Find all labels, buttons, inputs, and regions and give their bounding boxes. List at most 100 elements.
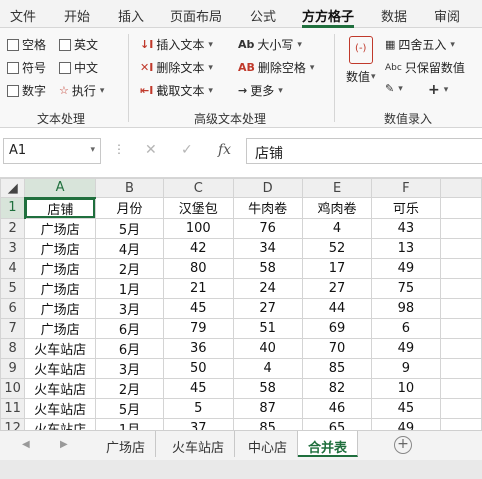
cell[interactable]: 火车站店 [24, 337, 96, 359]
cell[interactable]: 店铺 [24, 197, 96, 219]
checkbox-symbol[interactable]: 符号 [7, 59, 46, 76]
cell[interactable] [439, 257, 482, 279]
row-header[interactable]: 12 [0, 417, 26, 430]
cell[interactable]: 1月 [94, 277, 165, 299]
case-button[interactable]: Ab 大小写 ▾ [238, 36, 302, 53]
cell[interactable]: 52 [301, 237, 373, 259]
cell[interactable]: 65 [301, 417, 373, 430]
select-all-corner[interactable]: ◢ [0, 178, 26, 198]
column-header[interactable]: D [232, 178, 303, 198]
cell[interactable]: 45 [371, 397, 441, 419]
row-header[interactable]: 3 [0, 237, 26, 259]
sheet-tab-merged[interactable]: 合并表 [298, 431, 359, 457]
cell[interactable]: 6月 [94, 337, 165, 359]
row-header[interactable]: 6 [0, 297, 26, 319]
tab-file[interactable]: 文件 [10, 6, 36, 25]
prev-sheet-icon[interactable]: ◀ [22, 439, 30, 450]
sheet-tab-station[interactable]: 火车站店 [162, 431, 236, 457]
cell[interactable]: 3月 [94, 297, 165, 319]
cell[interactable]: 69 [301, 317, 373, 339]
cell[interactable]: 3月 [94, 357, 165, 379]
delete-text-button[interactable]: ✕I 删除文本 ▾ [140, 59, 213, 76]
row-header[interactable]: 4 [0, 257, 26, 279]
checkbox-number[interactable]: 数字 [7, 82, 46, 99]
cell[interactable]: 13 [371, 237, 441, 259]
tab-home[interactable]: 开始 [64, 6, 90, 25]
cell[interactable]: 4月 [94, 237, 165, 259]
tab-review[interactable]: 审阅 [434, 6, 460, 25]
cell[interactable] [439, 417, 482, 430]
cell[interactable] [439, 237, 482, 259]
cell[interactable]: 58 [232, 377, 303, 399]
cell[interactable]: 汉堡包 [163, 197, 234, 219]
cell[interactable]: 10 [371, 377, 441, 399]
cell[interactable]: 可乐 [371, 197, 441, 219]
cell[interactable]: 79 [163, 317, 234, 339]
cell[interactable]: 46 [301, 397, 373, 419]
cell[interactable]: 49 [371, 417, 441, 430]
cell[interactable]: 5 [163, 397, 234, 419]
tab-insert[interactable]: 插入 [118, 6, 144, 25]
cell[interactable]: 火车站店 [24, 397, 96, 419]
keep-value-button[interactable]: Abc 只保留数值 [385, 59, 465, 76]
cell[interactable]: 98 [371, 297, 441, 319]
tab-formulas[interactable]: 公式 [250, 6, 276, 25]
cell[interactable]: 21 [163, 277, 234, 299]
add-button[interactable]: + ▾ [428, 82, 448, 98]
cell[interactable] [439, 277, 482, 299]
checkbox-chinese[interactable]: 中文 [59, 59, 98, 76]
cell[interactable]: 75 [371, 277, 441, 299]
cell[interactable]: 2月 [94, 257, 165, 279]
cell[interactable] [439, 397, 482, 419]
cell[interactable]: 火车站店 [24, 377, 96, 399]
cell[interactable]: 49 [371, 257, 441, 279]
cell[interactable]: 58 [232, 257, 303, 279]
cell[interactable]: 44 [301, 297, 373, 319]
cell[interactable]: 50 [163, 357, 234, 379]
cell[interactable]: 34 [232, 237, 303, 259]
cell[interactable]: 27 [301, 277, 373, 299]
cell[interactable]: 85 [301, 357, 373, 379]
row-header[interactable]: 2 [0, 217, 26, 239]
insert-text-button[interactable]: ↓I 插入文本 ▾ [140, 36, 213, 53]
more-button[interactable]: → 更多 ▾ [238, 82, 283, 99]
cell[interactable]: 87 [232, 397, 303, 419]
name-box[interactable]: A1 ▾ [3, 138, 101, 164]
cell[interactable]: 5月 [94, 397, 165, 419]
cell[interactable]: 广场店 [24, 317, 96, 339]
cell[interactable]: 85 [232, 417, 303, 430]
cell[interactable]: 42 [163, 237, 234, 259]
cell[interactable]: 广场店 [24, 277, 96, 299]
row-header[interactable]: 9 [0, 357, 26, 379]
remove-space-button[interactable]: AB 删除空格 ▾ [238, 59, 314, 76]
cell[interactable]: 82 [301, 377, 373, 399]
cell[interactable]: 49 [371, 337, 441, 359]
cell[interactable] [439, 357, 482, 379]
execute-button[interactable]: ☆ 执行 ▾ [59, 82, 104, 99]
cell[interactable] [439, 337, 482, 359]
sheet-tab-plaza[interactable]: 广场店 [96, 431, 157, 457]
confirm-icon[interactable]: ✓ [181, 142, 193, 158]
column-header[interactable]: A [24, 178, 96, 199]
cell[interactable] [439, 197, 482, 219]
cell[interactable]: 27 [232, 297, 303, 319]
cell[interactable]: 牛肉卷 [232, 197, 303, 219]
row-header[interactable]: 10 [0, 377, 26, 399]
cell[interactable]: 2月 [94, 377, 165, 399]
insert-function-icon[interactable]: fx [218, 142, 231, 158]
cell[interactable]: 6月 [94, 317, 165, 339]
cell[interactable]: 37 [163, 417, 234, 430]
checkbox-english[interactable]: 英文 [59, 36, 98, 53]
cell[interactable]: 9 [371, 357, 441, 379]
row-header[interactable]: 11 [0, 397, 26, 419]
cell[interactable]: 4 [301, 217, 373, 239]
cell[interactable]: 45 [163, 377, 234, 399]
cell[interactable]: 36 [163, 337, 234, 359]
tab-page-layout[interactable]: 页面布局 [170, 6, 222, 25]
cell[interactable]: 5月 [94, 217, 165, 239]
cell[interactable]: 广场店 [24, 297, 96, 319]
cell[interactable]: 6 [371, 317, 441, 339]
cell[interactable]: 43 [371, 217, 441, 239]
cell[interactable]: 76 [232, 217, 303, 239]
tab-data[interactable]: 数据 [381, 6, 407, 25]
